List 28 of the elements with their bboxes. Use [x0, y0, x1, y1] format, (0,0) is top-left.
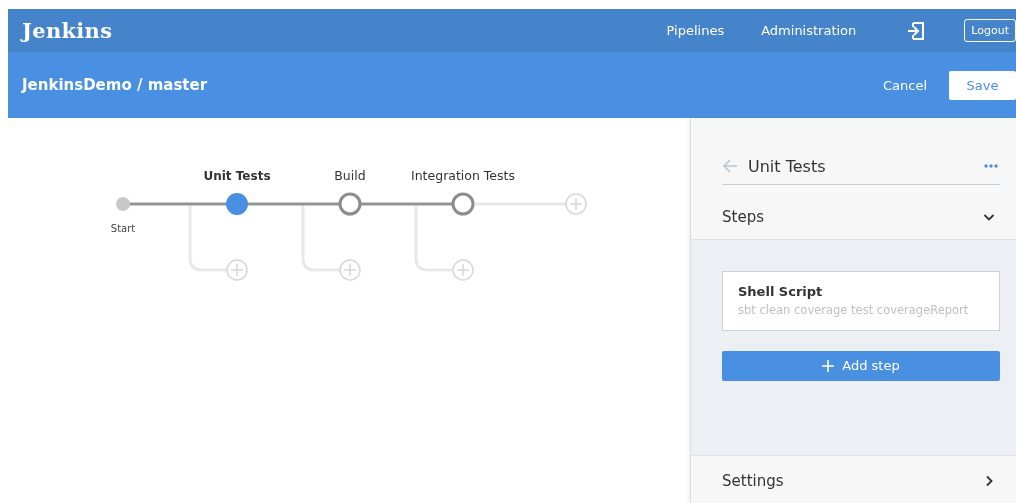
nav-link[interactable]: Administration	[761, 23, 857, 38]
stage-node[interactable]	[338, 192, 362, 216]
stage-label[interactable]: Build	[334, 168, 366, 183]
nav-link[interactable]: Pipelines	[666, 23, 725, 38]
stage-node[interactable]	[451, 192, 475, 216]
pipeline-title: JenkinsDemo / master	[22, 76, 208, 94]
save-button[interactable]: Save	[949, 70, 1016, 100]
section-title[interactable]: Steps	[722, 207, 764, 226]
step-card[interactable]: Shell Script sbt clean coverage test coverageReport	[722, 270, 1000, 331]
step-name: Shell Script	[738, 283, 824, 299]
step-command: sbt clean coverage test coverageReport	[738, 302, 970, 317]
section-title[interactable]: Settings	[722, 472, 784, 491]
branch-connector	[301, 206, 339, 272]
start-label: Start	[110, 223, 136, 234]
start-node	[116, 197, 130, 211]
jenkins-logo[interactable]: Jenkins	[22, 18, 113, 43]
stage-node[interactable]	[226, 193, 248, 215]
branch-connector	[188, 206, 226, 272]
exit-icon[interactable]	[906, 20, 927, 41]
branch-connector	[414, 206, 452, 272]
stage-name: Unit Tests	[748, 156, 826, 176]
add-step-button[interactable]: Add step	[722, 350, 1000, 381]
stage-label[interactable]: Integration Tests	[411, 168, 515, 183]
cancel-button[interactable]: Cancel	[876, 76, 933, 94]
plus-icon	[822, 359, 835, 372]
more-icon[interactable]	[984, 164, 998, 169]
stage-label[interactable]: Unit Tests	[203, 169, 271, 183]
logout-button[interactable]: Logout	[964, 19, 1016, 42]
